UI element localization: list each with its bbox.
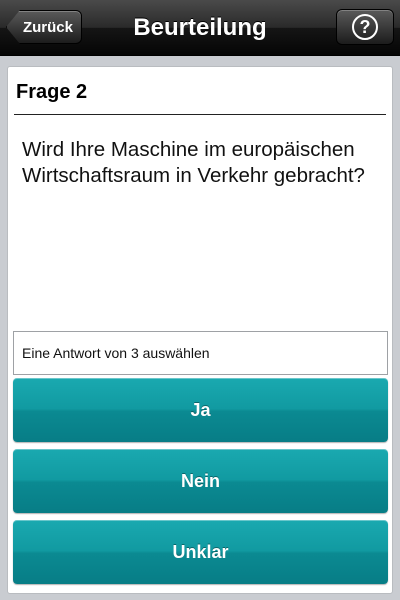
navigation-bar: Zurück Beurteilung ?	[0, 0, 400, 56]
answer-hint: Eine Antwort von 3 auswählen	[13, 331, 388, 375]
answer-button-nein[interactable]: Nein	[13, 449, 388, 513]
answer-button-unklar[interactable]: Unklar	[13, 520, 388, 584]
question-text: Wird Ihre Maschine im europäischen Wirts…	[22, 138, 365, 187]
help-button[interactable]: ?	[336, 9, 394, 45]
answer-label: Nein	[180, 470, 220, 491]
divider	[14, 114, 386, 115]
question-card: Frage 2 Wird Ihre Maschine im europäisch…	[7, 66, 393, 594]
back-button-label: Zurück	[22, 18, 73, 36]
answer-label: Unklar	[172, 541, 229, 562]
answer-button-ja[interactable]: Ja	[13, 378, 388, 442]
answer-label: Ja	[190, 399, 211, 420]
help-icon: ?	[352, 14, 378, 40]
question-number: Frage 2	[16, 81, 88, 103]
back-button[interactable]: Zurück	[6, 10, 82, 44]
